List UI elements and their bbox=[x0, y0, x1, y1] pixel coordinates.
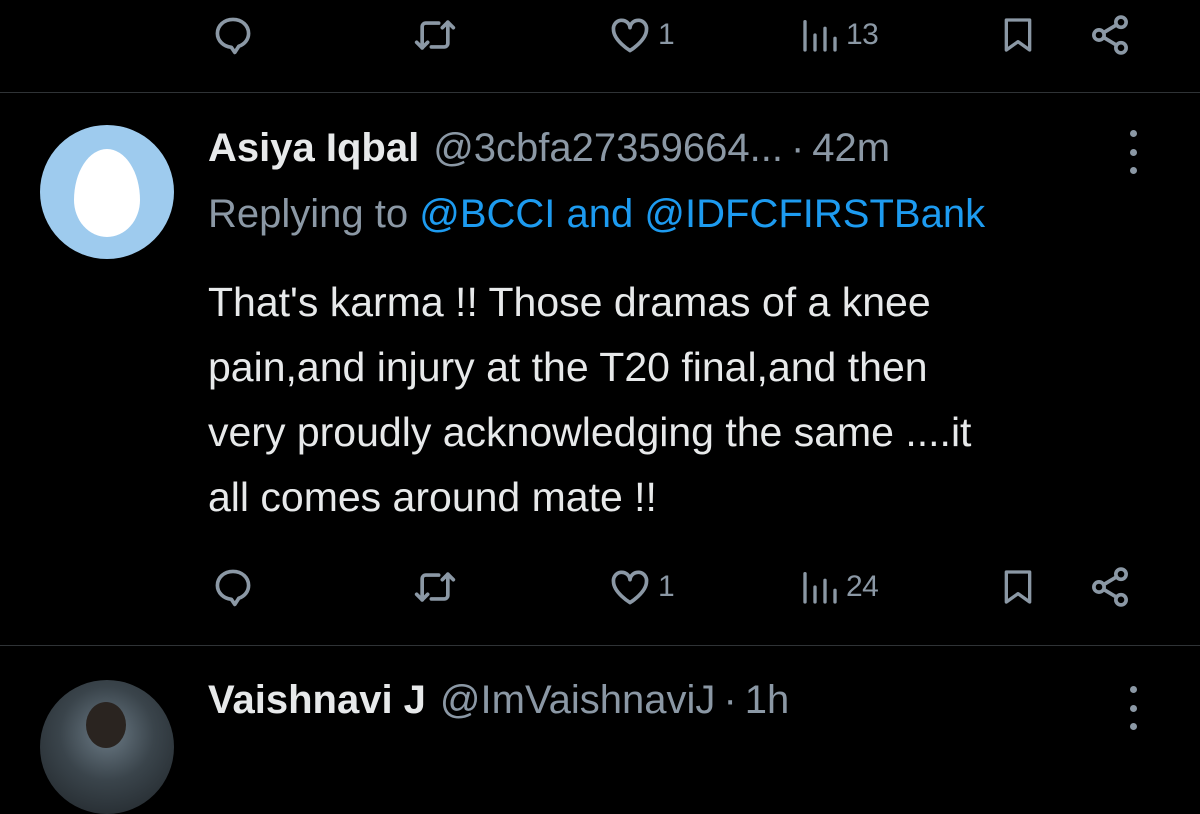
top-action-row: 1 13 bbox=[0, 5, 1200, 65]
avatar[interactable] bbox=[40, 125, 174, 259]
like-icon bbox=[611, 18, 649, 53]
tweet-body-line: That's karma !! Those dramas of a knee bbox=[208, 279, 931, 325]
next-tweet-header: Vaishnavi J @ImVaishnaviJ · 1h bbox=[208, 670, 789, 730]
header-separator: · bbox=[723, 677, 737, 722]
reply-button[interactable] bbox=[211, 557, 261, 617]
share-button[interactable] bbox=[1088, 557, 1132, 617]
tweet-action-row: 1 24 bbox=[0, 557, 1200, 617]
bookmark-button[interactable] bbox=[998, 557, 1038, 617]
reply-icon bbox=[215, 569, 251, 607]
divider-bottom bbox=[0, 645, 1200, 646]
tweet-time[interactable]: 1h bbox=[745, 678, 790, 723]
author-name[interactable]: Vaishnavi J bbox=[208, 678, 426, 723]
author-handle[interactable]: @3cbfa27359664... bbox=[433, 126, 783, 171]
views-button[interactable]: 24 bbox=[800, 557, 879, 617]
mention-joiner: and bbox=[566, 192, 634, 236]
avatar-photo bbox=[86, 702, 126, 748]
views-count: 13 bbox=[846, 18, 879, 51]
views-icon bbox=[803, 572, 837, 604]
like-button[interactable]: 1 bbox=[608, 557, 675, 617]
tweet-body-line: pain,and injury at the T20 final,and the… bbox=[208, 344, 928, 390]
tweet-time[interactable]: 42m bbox=[812, 126, 890, 171]
like-button[interactable]: 1 bbox=[608, 5, 675, 65]
mention-bcci[interactable]: @BCCI bbox=[419, 192, 555, 236]
bookmark-icon bbox=[1004, 18, 1032, 52]
tweet-body-line: all comes around mate !! bbox=[208, 474, 657, 520]
bookmark-button[interactable] bbox=[998, 5, 1038, 65]
tweet-body: That's karma !! Those dramas of a knee p… bbox=[208, 270, 1168, 530]
replying-to: Replying to @BCCI and @IDFCFIRSTBank bbox=[208, 192, 985, 237]
mention-idfc[interactable]: @IDFCFIRSTBank bbox=[644, 192, 985, 236]
replying-prefix: Replying to bbox=[208, 192, 409, 236]
retweet-button[interactable] bbox=[411, 557, 465, 617]
like-icon bbox=[611, 570, 649, 605]
views-icon bbox=[803, 20, 837, 52]
more-icon[interactable] bbox=[1128, 130, 1138, 174]
author-name[interactable]: Asiya Iqbal bbox=[208, 126, 419, 171]
like-count: 1 bbox=[658, 570, 675, 603]
retweet-button[interactable] bbox=[411, 5, 465, 65]
egg-avatar bbox=[74, 149, 140, 237]
retweet-icon bbox=[414, 572, 456, 602]
more-icon[interactable] bbox=[1128, 686, 1138, 730]
share-icon bbox=[1092, 15, 1128, 55]
views-button[interactable]: 13 bbox=[800, 5, 879, 65]
like-count: 1 bbox=[658, 18, 675, 51]
tweet-body-line: very proudly acknowledging the same ....… bbox=[208, 409, 972, 455]
tweet-header: Asiya Iqbal @3cbfa27359664... · 42m bbox=[208, 118, 890, 178]
reply-icon bbox=[215, 17, 251, 55]
share-button[interactable] bbox=[1088, 5, 1132, 65]
views-count: 24 bbox=[846, 570, 879, 603]
retweet-icon bbox=[414, 20, 456, 50]
reply-button[interactable] bbox=[211, 5, 261, 65]
divider-top bbox=[0, 92, 1200, 93]
share-icon bbox=[1092, 567, 1128, 607]
header-separator: · bbox=[790, 125, 805, 170]
avatar[interactable] bbox=[40, 680, 174, 814]
bookmark-icon bbox=[1004, 570, 1032, 604]
author-handle[interactable]: @ImVaishnaviJ bbox=[440, 678, 716, 723]
